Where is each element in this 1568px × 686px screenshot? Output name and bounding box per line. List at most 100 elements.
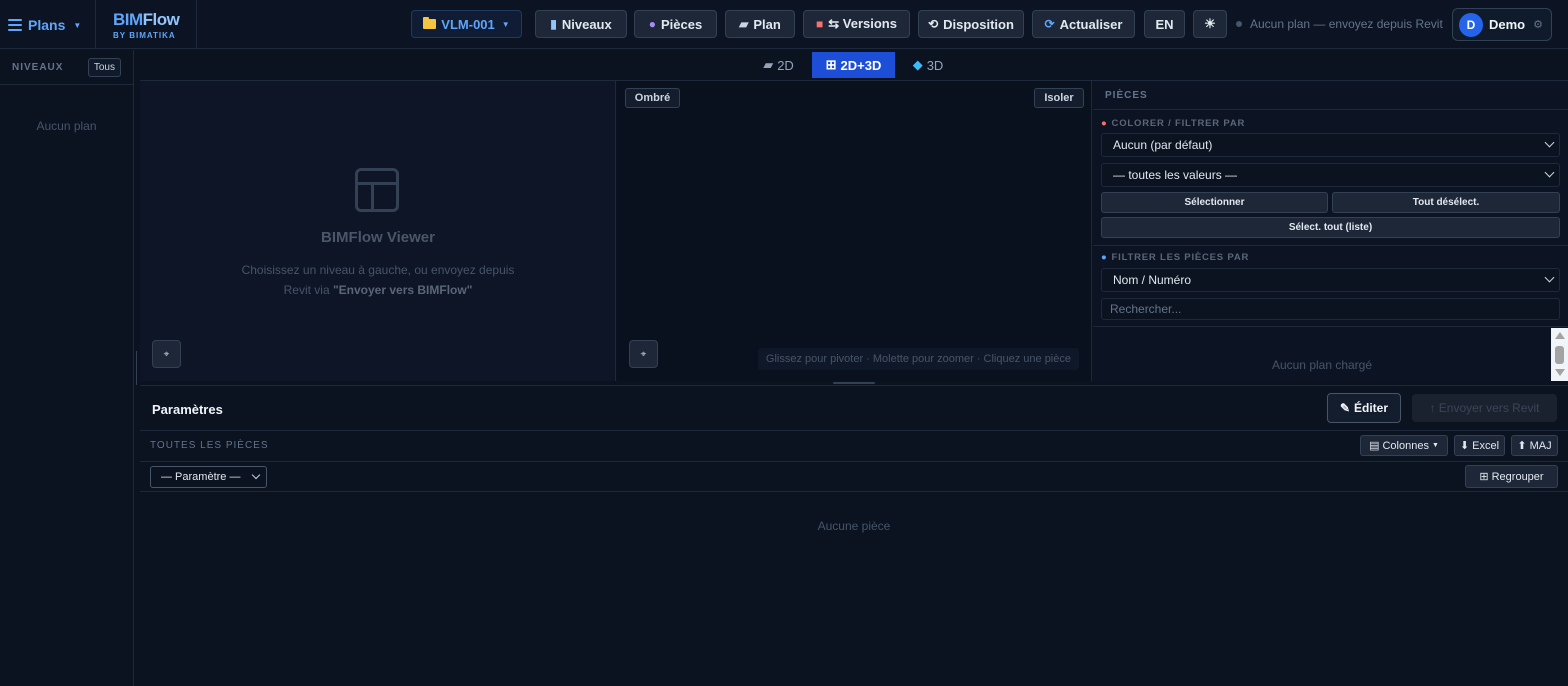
viewer-title: BIMFlow Viewer	[321, 229, 435, 246]
reset-icon: ⟲	[928, 17, 939, 31]
navigation-hint: Glissez pour pivoter · Molette pour zoom…	[757, 348, 1079, 370]
select-all-list-button[interactable]: Sélect. tout (liste)	[1101, 217, 1560, 238]
parameter-select-value: — Paramètre —	[161, 471, 241, 483]
isolate-button[interactable]: Isoler	[1034, 88, 1084, 108]
language-button[interactable]: EN	[1144, 10, 1185, 38]
divider	[140, 430, 1568, 431]
rooms-empty-text: Aucun plan chargé	[1271, 358, 1373, 372]
filter-by-select[interactable]: Nom / Numéro	[1101, 268, 1560, 292]
project-selector[interactable]: VLM-001 ▼	[411, 10, 522, 38]
user-name: Demo	[1489, 17, 1526, 32]
shaded-toggle-button[interactable]: Ombré	[625, 88, 680, 108]
divider	[140, 491, 1568, 492]
logo-subtitle: BY BIMATIKA	[113, 31, 176, 40]
actualiser-label: Actualiser	[1059, 16, 1123, 32]
plans-menu-button[interactable]: Plans ▼	[8, 12, 81, 38]
group-label: Regrouper	[1491, 470, 1544, 483]
values-select[interactable]: — toutes les valeurs —	[1101, 163, 1560, 187]
all-rooms-label: TOUTES LES PIÈCES	[150, 440, 269, 451]
hamburger-icon	[8, 19, 22, 31]
language-label: EN	[1155, 16, 1174, 32]
people-icon: ●	[648, 17, 657, 31]
user-menu-button[interactable]: D Demo ⚙	[1452, 8, 1552, 41]
divider	[196, 0, 197, 49]
fit-view-button[interactable]: ⌖	[629, 340, 658, 368]
rooms-panel: PIÈCES ● COLORER / FILTRER PAR Aucun (pa…	[1093, 81, 1568, 381]
logo-title-a: BIM	[113, 10, 143, 29]
select-button[interactable]: Sélectionner	[1101, 192, 1328, 213]
send-to-revit-button[interactable]: ↑ Envoyer vers Revit	[1412, 394, 1557, 422]
gear-icon: ⚙	[1533, 19, 1543, 31]
color-filter-title: COLORER / FILTRER PAR	[1111, 118, 1246, 129]
cube-icon: ◆	[912, 57, 923, 72]
divider	[95, 0, 96, 49]
rooms-table-empty-text: Aucune pièce	[817, 519, 891, 533]
divider	[140, 461, 1568, 462]
divider	[1093, 245, 1568, 246]
grid-icon: ⊞	[825, 57, 837, 72]
parameter-select[interactable]: — Paramètre —	[150, 466, 267, 488]
color-by-value: Aucun (par défaut)	[1113, 138, 1213, 152]
status-dot-icon	[1236, 21, 1242, 27]
group-button[interactable]: ⊞ Regrouper	[1465, 465, 1558, 488]
color-by-select[interactable]: Aucun (par défaut)	[1101, 133, 1560, 157]
logo-title-b: Flow	[142, 10, 180, 29]
deselect-all-button[interactable]: Tout désélect.	[1332, 192, 1560, 213]
tab-2d3d[interactable]: ⊞ 2D+3D	[812, 52, 895, 78]
all-levels-button[interactable]: Tous	[87, 57, 121, 77]
maj-button[interactable]: ⬆ MAJ	[1511, 435, 1558, 456]
grid-icon: ⊞	[1479, 471, 1489, 483]
viewer-description: Choisissez un niveau à gauche, ou envoye…	[240, 260, 516, 300]
plan-button[interactable]: ▰ Plan	[725, 10, 795, 38]
floppy-disk-icon: ■	[816, 17, 824, 31]
palette-icon: ●	[1101, 118, 1108, 129]
pencil-icon: ✎	[1339, 401, 1351, 415]
pieces-label: Pièces	[661, 16, 703, 32]
actualiser-button[interactable]: ⟳ Actualiser	[1032, 10, 1135, 38]
versions-button[interactable]: ■ ⇆ Versions	[803, 10, 910, 38]
niveaux-button[interactable]: ▮ Niveaux	[535, 10, 627, 38]
top-bar: Plans ▼ BIMFlow BY BIMATIKA VLM-001 ▼ ▮ …	[0, 0, 1568, 49]
tab-3d-label: 3D	[926, 57, 944, 73]
color-filter-section-title: ● COLORER / FILTRER PAR	[1101, 118, 1245, 129]
scroll-thumb[interactable]	[1555, 346, 1564, 364]
caret-down-icon: ▼	[501, 19, 510, 29]
pieces-button[interactable]: ● Pièces	[634, 10, 717, 38]
viewer-2d-pane[interactable]: BIMFlow Viewer Choisissez un niveau à ga…	[140, 81, 616, 381]
crosshair-icon: ⌖	[640, 348, 647, 360]
scroll-up-icon[interactable]	[1555, 332, 1565, 339]
theme-toggle-button[interactable]: ☀	[1193, 10, 1227, 38]
columns-icon: ▤	[1369, 440, 1380, 452]
scroll-down-icon[interactable]	[1555, 369, 1565, 376]
maj-label: MAJ	[1529, 439, 1552, 452]
disposition-button[interactable]: ⟲ Disposition	[918, 10, 1024, 38]
rooms-scrollbar[interactable]	[1551, 328, 1568, 381]
tab-2d[interactable]: ▰ 2D	[756, 52, 801, 78]
refresh-icon: ⟳	[1044, 17, 1055, 31]
tab-3d[interactable]: ◆ 3D	[905, 52, 951, 78]
caret-down-icon: ▼	[73, 20, 82, 30]
sidebar-header: NIVEAUX Tous	[0, 50, 133, 85]
parameters-panel: Paramètres ✎ Éditer ↑ Envoyer vers Revit…	[140, 387, 1568, 686]
excel-export-button[interactable]: ⬇ Excel	[1454, 435, 1505, 456]
view-mode-bar: ▰ 2D ⊞ 2D+3D ◆ 3D	[140, 50, 1568, 81]
rooms-panel-title: PIÈCES	[1093, 81, 1568, 110]
map-icon: ▰	[739, 17, 749, 31]
columns-label: Colonnes	[1382, 439, 1429, 452]
panel-resize-handle[interactable]	[833, 382, 875, 384]
room-search-input[interactable]	[1101, 298, 1560, 320]
columns-button[interactable]: ▤ Colonnes ▼	[1360, 435, 1448, 456]
building-icon: ▮	[550, 17, 557, 31]
fit-view-button[interactable]: ⌖	[152, 340, 181, 368]
filter-by-value: Nom / Numéro	[1113, 273, 1192, 287]
sidebar-resize-handle[interactable]	[136, 351, 137, 385]
edit-label: Éditer	[1354, 401, 1389, 415]
caret-down-icon: ▼	[1431, 442, 1439, 449]
avatar: D	[1459, 12, 1483, 37]
viewer-3d-pane[interactable]: Ombré Isoler ⌖ Glissez pour pivoter · Mo…	[617, 81, 1092, 381]
edit-button[interactable]: ✎ Éditer	[1327, 393, 1401, 423]
tab-2d3d-label: 2D+3D	[840, 57, 882, 73]
versions-label: ⇆ Versions	[828, 16, 897, 31]
tab-2d-label: 2D	[777, 57, 794, 73]
sidebar-empty-text: Aucun plan	[36, 119, 97, 133]
